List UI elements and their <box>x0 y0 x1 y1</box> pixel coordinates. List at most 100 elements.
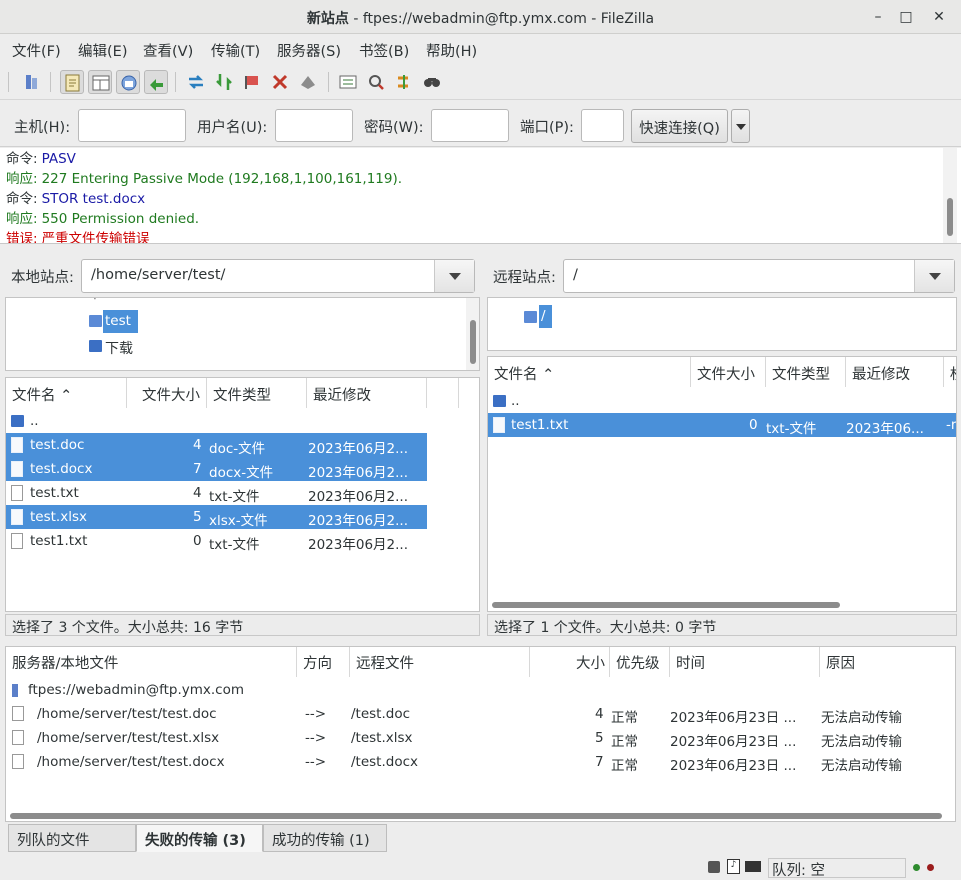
minimize-button[interactable]: – <box>866 6 890 28</box>
host-input[interactable] <box>78 109 186 142</box>
tab-successful-transfers[interactable]: 成功的传输 (1) <box>263 824 387 852</box>
local-tree-item-downloads[interactable]: 下载 <box>105 338 133 358</box>
process-queue-icon[interactable] <box>212 70 236 94</box>
queue-priority: 正常 <box>611 734 638 750</box>
menu-server[interactable]: 服务器(S) <box>277 40 341 61</box>
file-type: txt-文件 <box>209 489 260 505</box>
queue-col-remote[interactable]: 远程文件 <box>350 647 530 677</box>
queue-priority: 正常 <box>611 710 638 726</box>
menu-help[interactable]: 帮助(H) <box>426 40 477 61</box>
password-input[interactable] <box>431 109 509 142</box>
local-file-row[interactable]: test.txt 4 txt-文件 2023年06月2... <box>6 481 427 505</box>
compare-directories-icon[interactable] <box>364 70 388 94</box>
local-path-combo[interactable]: /home/server/test/ <box>81 259 475 293</box>
local-col-filename[interactable]: 文件名 ⌃ <box>6 378 127 408</box>
local-col-modified[interactable]: 最近修改 <box>307 378 427 408</box>
host-label: 主机(H): <box>14 120 71 136</box>
queue-server-row[interactable]: ftpes://webadmin@ftp.ymx.com <box>6 678 955 702</box>
cancel-operation-icon[interactable] <box>240 70 264 94</box>
queue-row[interactable]: /home/server/test/test.doc --> /test.doc 4 正… <box>6 702 955 726</box>
local-file-list[interactable]: 文件名 ⌃ 文件大小 文件类型 最近修改 .. test.doc 4 doc-文件 20… <box>5 377 480 612</box>
remote-file-row[interactable]: test1.txt 0 txt-文件 2023年06... -r <box>488 413 956 437</box>
synchronized-browsing-icon[interactable] <box>392 70 416 94</box>
port-input[interactable] <box>581 109 624 142</box>
queue-priority: 正常 <box>611 758 638 774</box>
queue-row[interactable]: /home/server/test/test.docx --> /test.docx… <box>6 750 955 774</box>
toggle-log-icon[interactable] <box>60 70 84 94</box>
local-file-row[interactable]: test.docx 7 docx-文件 2023年06月2... <box>6 457 427 481</box>
local-col-extra[interactable] <box>459 378 479 408</box>
remote-col-filename[interactable]: 文件名 ⌃ <box>488 357 691 387</box>
menu-file[interactable]: 文件(F) <box>12 40 61 61</box>
queue-col-size[interactable]: 大小 <box>530 647 610 677</box>
reconnect-icon[interactable] <box>296 70 320 94</box>
menu-view[interactable]: 查看(V) <box>143 40 193 61</box>
sftp-indicator-icon <box>745 861 761 872</box>
remote-col-modified[interactable]: 最近修改 <box>846 357 944 387</box>
refresh-icon[interactable] <box>184 70 208 94</box>
toggle-remote-tree-icon[interactable] <box>116 70 140 94</box>
remote-file-list[interactable]: 文件名 ⌃ 文件大小 文件类型 最近修改 权 .. test1.txt 0 txt-文… <box>487 356 957 612</box>
queue-hscroll-thumb[interactable] <box>10 813 942 819</box>
username-input[interactable] <box>275 109 353 142</box>
tab-queued-files[interactable]: 列队的文件 <box>8 824 136 852</box>
log-text: 227 Entering Passive Mode (192,168,1,100… <box>41 171 403 187</box>
remote-col-permissions[interactable]: 权 <box>944 357 956 387</box>
search-remote-icon[interactable] <box>420 70 444 94</box>
local-file-row[interactable]: .. <box>6 409 427 433</box>
local-tree-scrollbar-thumb[interactable] <box>470 320 476 364</box>
maximize-button[interactable]: □ <box>894 6 918 28</box>
tab-failed-transfers[interactable]: 失败的传输 (3) <box>136 824 263 852</box>
file-modified: 2023年06月2... <box>308 489 408 505</box>
menu-bookmarks[interactable]: 书签(B) <box>359 40 409 61</box>
queue-col-time[interactable]: 时间 <box>670 647 820 677</box>
log-scrollbar[interactable] <box>943 148 957 243</box>
remote-col-type[interactable]: 文件类型 <box>766 357 846 387</box>
file-icon <box>11 461 23 477</box>
chevron-down-icon[interactable] <box>914 260 954 292</box>
folder-icon <box>493 395 506 407</box>
queue-col-priority[interactable]: 优先级 <box>610 647 670 677</box>
local-col-type[interactable]: 文件类型 <box>207 378 307 408</box>
queue-col-local[interactable]: 服务器/本地文件 <box>6 647 297 677</box>
chevron-down-icon[interactable] <box>434 260 474 292</box>
menu-transfer[interactable]: 传输(T) <box>211 40 260 61</box>
toggle-tree-icon[interactable] <box>88 70 112 94</box>
directory-listing-filter-icon[interactable] <box>336 70 360 94</box>
queue-dir: --> <box>305 730 327 746</box>
log-scrollbar-thumb[interactable] <box>947 198 953 236</box>
folder-icon <box>89 315 102 327</box>
site-manager-icon[interactable] <box>20 70 44 94</box>
queue-row[interactable]: /home/server/test/test.xlsx --> /test.xlsx… <box>6 726 955 750</box>
message-log[interactable]: 命令: PASV 响应: 227 Entering Passive Mode (192… <box>0 148 961 244</box>
queue-remote: /test.docx <box>351 754 419 770</box>
remote-directory-tree[interactable]: / <box>487 297 957 351</box>
local-col-extra[interactable] <box>427 378 459 408</box>
remote-path-combo[interactable]: / <box>563 259 955 293</box>
queue-col-direction[interactable]: 方向 <box>297 647 350 677</box>
quickconnect-dropdown-button[interactable] <box>731 109 750 143</box>
remote-hscroll-thumb[interactable] <box>492 602 840 608</box>
transfer-queue[interactable]: 服务器/本地文件 方向 远程文件 大小 优先级 时间 原因 ftpes://we… <box>5 646 956 822</box>
remote-tree-item-root[interactable]: / <box>539 305 552 328</box>
file-icon <box>493 417 505 433</box>
local-directory-tree[interactable]: ┬ ─ ╯ test 下载 <box>5 297 480 371</box>
close-button[interactable]: ✕ <box>927 6 951 28</box>
remote-file-row[interactable]: .. <box>488 389 956 413</box>
local-file-row[interactable]: test.xlsx 5 xlsx-文件 2023年06月2... <box>6 505 427 529</box>
local-file-row[interactable]: test1.txt 0 txt-文件 2023年06月2... <box>6 529 427 553</box>
toggle-queue-icon[interactable] <box>144 70 168 94</box>
tree-partial-item: ┬ ─ ╯ <box>91 298 131 301</box>
menu-edit[interactable]: 编辑(E) <box>78 40 127 61</box>
local-tree-item-test[interactable]: test <box>103 310 138 333</box>
disconnect-icon[interactable] <box>268 70 292 94</box>
local-tree-scrollbar[interactable] <box>466 298 479 370</box>
file-type: xlsx-文件 <box>209 513 268 529</box>
local-col-size[interactable]: 文件大小 <box>127 378 207 408</box>
activity-indicator-icon <box>913 864 920 871</box>
chevron-down-icon <box>736 124 746 130</box>
queue-col-reason[interactable]: 原因 <box>820 647 955 677</box>
quickconnect-button[interactable]: 快速连接(Q) <box>631 109 728 143</box>
remote-col-size[interactable]: 文件大小 <box>691 357 766 387</box>
local-file-row[interactable]: test.doc 4 doc-文件 2023年06月2... <box>6 433 427 457</box>
